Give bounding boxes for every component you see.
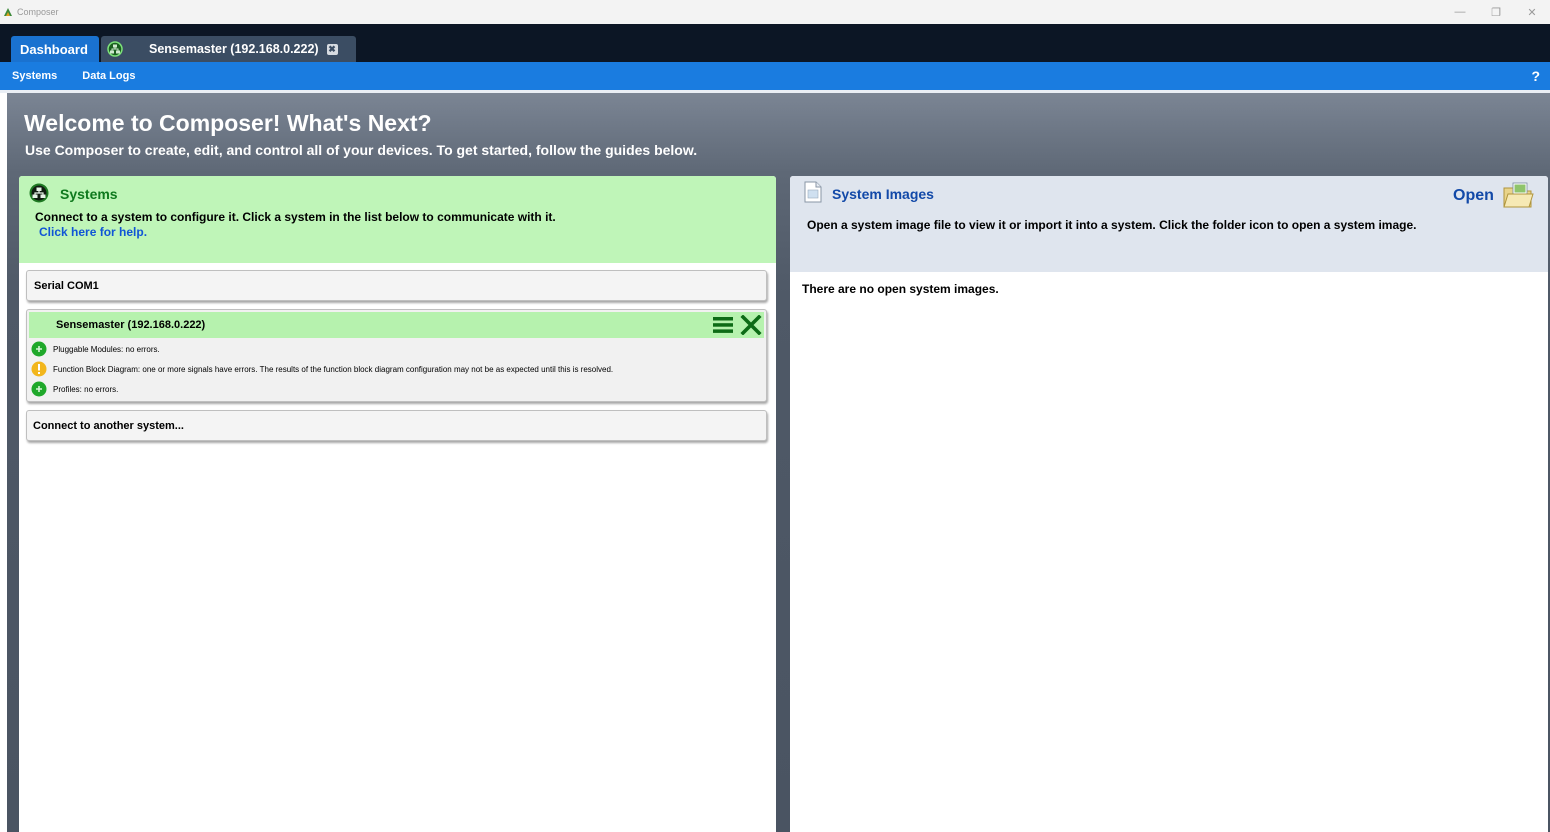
menu-data-logs[interactable]: Data Logs [82, 70, 135, 82]
network-device-icon [107, 41, 123, 57]
device-header[interactable]: Sensemaster (192.168.0.222) [29, 312, 764, 338]
ok-status-icon [31, 341, 47, 357]
tab-sensemaster[interactable]: Sensemaster (192.168.0.222) ✖ [101, 36, 356, 62]
device-name: Sensemaster (192.168.0.222) [56, 319, 206, 331]
warning-status-icon [31, 361, 47, 377]
os-titlebar: Composer — ❐ ✕ [0, 0, 1550, 24]
status-text: Profiles: no errors. [53, 384, 119, 394]
app-logo-icon [3, 7, 13, 17]
status-text: Function Block Diagram: one or more sign… [53, 364, 614, 374]
connect-another-label: Connect to another system... [33, 420, 184, 432]
tab-dashboard-label: Dashboard [20, 41, 88, 57]
tab-dashboard[interactable]: Dashboard [11, 36, 99, 62]
minimize-button[interactable]: — [1442, 0, 1478, 24]
tab-sensemaster-label: Sensemaster (192.168.0.222) [149, 42, 319, 56]
status-text: Pluggable Modules: no errors. [53, 344, 160, 354]
system-images-panel: System Images Open Open a system image f… [790, 176, 1548, 832]
open-image-link[interactable]: Open [1453, 187, 1494, 205]
system-item-serial-com1[interactable]: Serial COM1 [26, 270, 767, 301]
system-images-title: System Images [832, 186, 934, 202]
status-function-block-diagram: Function Block Diagram: one or more sign… [31, 360, 613, 378]
window-controls: — ❐ ✕ [1442, 0, 1550, 24]
dashboard-main: Welcome to Composer! What's Next? Use Co… [7, 93, 1550, 832]
menu-bar: Systems Data Logs ? [0, 62, 1550, 90]
systems-panel-title: Systems [60, 186, 118, 202]
status-profiles: Profiles: no errors. [31, 380, 118, 398]
image-file-icon [804, 181, 822, 203]
restore-button[interactable]: ❐ [1478, 0, 1514, 24]
ok-status-icon [31, 381, 47, 397]
welcome-title: Welcome to Composer! What's Next? [24, 110, 432, 136]
systems-panel-description: Connect to a system to configure it. Cli… [35, 210, 556, 224]
disconnect-x-icon[interactable] [740, 314, 762, 336]
system-item-label: Serial COM1 [34, 280, 99, 292]
system-images-header: System Images Open Open a system image f… [790, 176, 1548, 272]
close-window-button[interactable]: ✕ [1514, 0, 1550, 24]
empty-state-text: There are no open system images. [802, 282, 999, 296]
hamburger-menu-icon[interactable] [712, 315, 734, 335]
systems-panel: Systems Connect to a system to configure… [19, 176, 776, 832]
connect-another-system[interactable]: Connect to another system... [26, 410, 767, 441]
system-images-description: Open a system image file to view it or i… [807, 218, 1417, 232]
menu-systems[interactable]: Systems [12, 70, 57, 82]
welcome-subtitle: Use Composer to create, edit, and contro… [25, 142, 698, 158]
system-item-sensemaster[interactable]: Sensemaster (192.168.0.222) Pluggable Mo… [26, 309, 767, 402]
systems-help-link[interactable]: Click here for help. [39, 225, 147, 239]
help-icon[interactable]: ? [1531, 68, 1540, 84]
window-title: Composer [17, 7, 59, 17]
systems-panel-header: Systems Connect to a system to configure… [19, 176, 776, 263]
close-tab-icon[interactable]: ✖ [326, 43, 338, 55]
status-pluggable-modules: Pluggable Modules: no errors. [31, 340, 160, 358]
tab-strip: Dashboard Sensemaster (192.168.0.222) ✖ [0, 24, 1550, 62]
open-folder-icon[interactable] [1502, 179, 1534, 211]
systems-network-icon [29, 183, 49, 203]
